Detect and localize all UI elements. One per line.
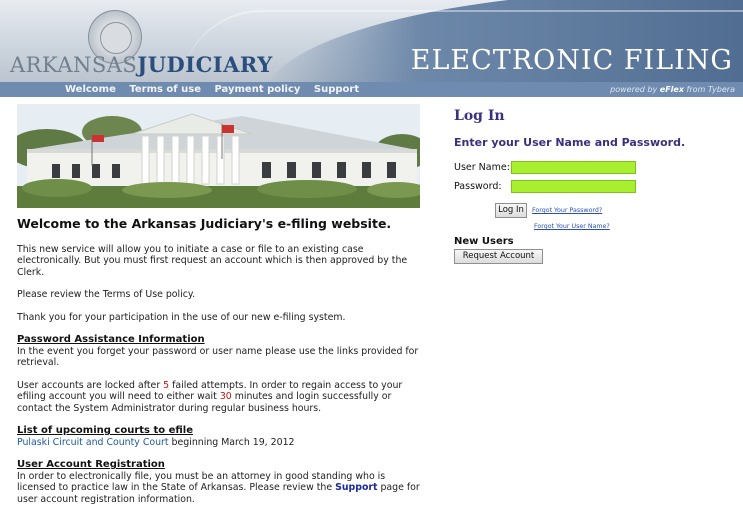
password-heading: Password Assistance Information [17,334,205,345]
welcome-heading: Welcome to the Arkansas Judiciary's e-fi… [17,216,392,231]
thanks-text: Thank you for your participation in the … [17,311,346,323]
lock-minutes: 30 [219,391,232,402]
login-panel: Log In Enter your User Name and Password… [454,108,724,264]
password-text: In the event you forget your password or… [17,345,419,369]
courts-heading: List of upcoming courts to efile [17,425,193,436]
courts-section: List of upcoming courts to efile Pulaski… [17,425,422,448]
top-nav: Welcome Terms of use Payment policy Supp… [0,82,743,97]
forgot-password-link[interactable]: Forgot Your Password? [532,207,602,214]
username-label: User Name: [454,162,510,173]
courthouse-photo [17,104,420,208]
request-account-button[interactable]: Request Account [454,249,543,264]
nav-welcome[interactable]: Welcome [65,84,116,95]
username-input[interactable] [511,161,636,174]
new-users-heading: New Users [454,236,514,247]
review-text: Please review the Terms of Use policy. [17,289,196,300]
login-title: Log In [454,108,505,124]
intro-text: This new service will allow you to initi… [17,243,408,278]
lockout-text: User accounts are locked after 5 failed … [17,379,403,414]
registration-section: User Account Registration In order to el… [17,459,422,505]
support-link[interactable]: Support [335,482,377,493]
powered-by[interactable]: powered by eFlex from Tybera [610,82,735,97]
registration-heading: User Account Registration [17,459,165,470]
banner-title: ELECTRONIC FILING [410,45,733,76]
court-date: beginning March 19, 2012 [168,436,295,448]
password-section: Password Assistance Information In the e… [17,334,422,369]
site-logo[interactable]: ARKANSASJUDICIARY [10,52,273,77]
nav-terms-of-use[interactable]: Terms of use [129,84,201,95]
password-input[interactable] [511,180,636,193]
login-button[interactable]: Log In [495,203,527,218]
password-label: Password: [454,181,502,192]
forgot-username-link[interactable]: Forgot Your User Name? [534,223,610,230]
site-header: ARKANSASJUDICIARY ELECTRONIC FILING [0,0,743,82]
nav-support[interactable]: Support [314,84,359,95]
court-link[interactable]: Pulaski Circuit and County Court [17,437,169,448]
nav-payment-policy[interactable]: Payment policy [214,84,300,95]
main-content: Welcome to the Arkansas Judiciary's e-fi… [17,218,422,516]
login-subtitle: Enter your User Name and Password. [454,136,686,149]
